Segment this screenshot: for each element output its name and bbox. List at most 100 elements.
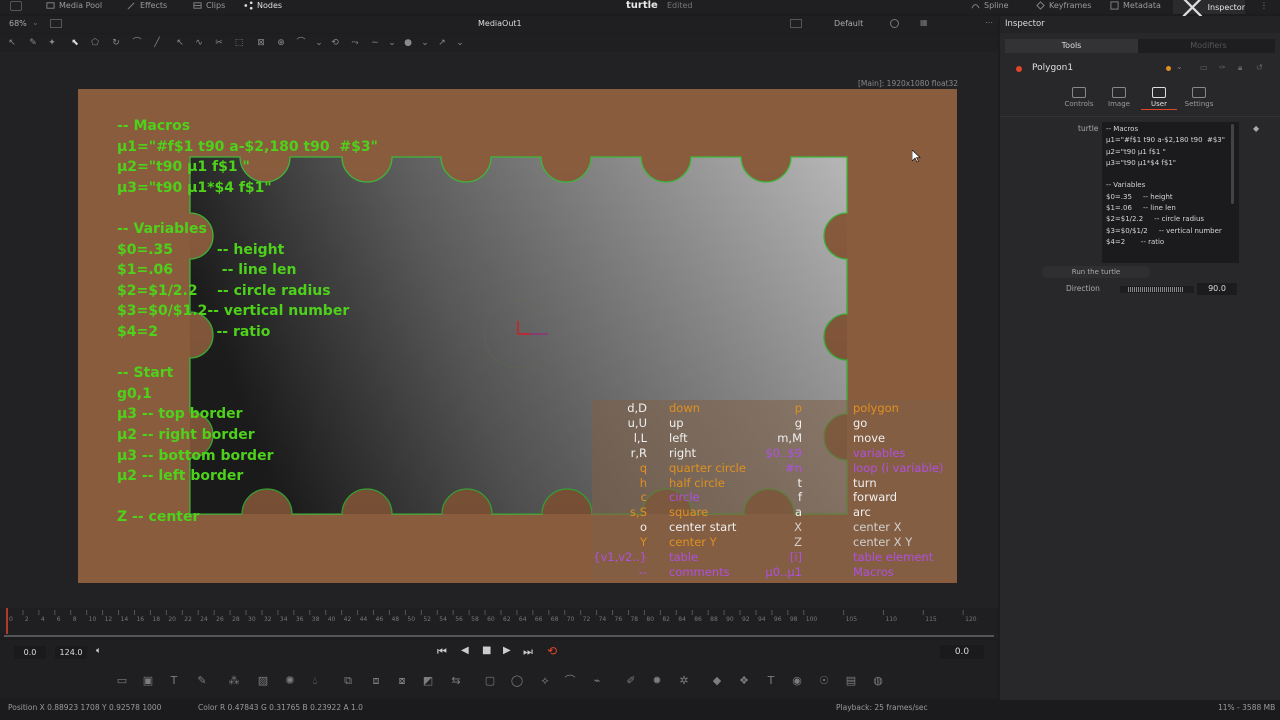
grid-icon[interactable]: ▦	[920, 18, 928, 27]
rotate-tool-icon[interactable]: ↻	[111, 38, 121, 48]
dropdown-4-icon[interactable]: ⌄	[455, 38, 465, 48]
rectangle-mask-icon[interactable]: ▢	[483, 674, 497, 688]
keyframes-button[interactable]: Keyframes	[1036, 1, 1091, 10]
image-tool-icon[interactable]: ▣	[141, 674, 155, 688]
merge-tool-icon[interactable]: ⧉	[341, 674, 355, 688]
bspline-mask-icon[interactable]: ⌒	[563, 674, 577, 688]
particles-tool-icon[interactable]: ⁂	[227, 674, 241, 688]
fit-icon[interactable]	[50, 19, 62, 28]
render-canvas[interactable]: -- Macros μ1="#f$1 t90 a-$2,180 t90 #$3"…	[78, 89, 957, 583]
nodes-button[interactable]: Nodes	[244, 1, 282, 10]
background-tool-icon[interactable]: ▭	[115, 674, 129, 688]
color-channel-icon[interactable]	[890, 19, 899, 28]
delete-point-icon[interactable]: ⊠	[256, 38, 266, 48]
select-tool-icon[interactable]: ⬉	[70, 38, 80, 48]
pin-icon[interactable]: ✑	[1219, 63, 1226, 72]
pen-tool-icon[interactable]: ✎	[28, 38, 38, 48]
glow-tool-icon[interactable]: ✺	[283, 674, 297, 688]
extend-tool-icon[interactable]: ↗	[437, 38, 447, 48]
wave-tool-icon[interactable]: ∼	[370, 38, 380, 48]
tab-tools[interactable]: Tools	[1005, 39, 1138, 53]
metadata-button[interactable]: Metadata	[1110, 1, 1161, 10]
tab-modifiers[interactable]: Modifiers	[1142, 39, 1275, 53]
media-pool-button[interactable]: Media Pool	[46, 1, 102, 10]
dropdown-2-icon[interactable]: ⌄	[387, 38, 397, 48]
go-to-start-icon[interactable]: ⏮︎	[437, 645, 447, 659]
current-frame-field[interactable]: 0.0	[940, 645, 984, 659]
tracker-tool-icon[interactable]: ◩	[421, 674, 435, 688]
text-3d-icon[interactable]: T	[764, 674, 778, 688]
pointer-tool-icon[interactable]: ↖	[7, 38, 17, 48]
view-mode-select[interactable]: Default	[834, 19, 863, 28]
text-tool-icon[interactable]: T	[167, 674, 181, 688]
subtab-controls[interactable]: Controls	[1059, 84, 1099, 108]
zoom-level[interactable]: 68%	[9, 19, 27, 28]
inspector-button[interactable]: Inspector	[1173, 0, 1245, 17]
node-color-dropdown-icon[interactable]: ⌄	[1176, 62, 1183, 71]
merge-3d-icon[interactable]: ❖	[737, 674, 751, 688]
loop-icon[interactable]: ⟲	[547, 644, 557, 658]
direction-slider[interactable]	[1120, 286, 1194, 293]
pen-node-icon[interactable]: ✐	[624, 674, 638, 688]
spline-button[interactable]: Spline	[971, 1, 1009, 10]
transform-node-icon[interactable]: ⇆	[449, 674, 463, 688]
render-start-field[interactable]: 0.0	[14, 646, 46, 659]
timeline-ruler[interactable]: 0 2 4 6 8 10 12 14 16 18 20 22 24 26 28 30 32 34 36 38 40 42 4…	[0, 608, 998, 638]
matte-tool-icon[interactable]: ⧇	[395, 674, 409, 688]
node-enabled-icon[interactable]	[1016, 66, 1022, 72]
polygon-mask-icon[interactable]: ⟡	[538, 674, 552, 688]
keyframe-diamond-icon[interactable]: ◆	[1253, 124, 1259, 133]
subtab-image[interactable]: Image	[1099, 84, 1139, 108]
paint-tool-icon[interactable]: ✎	[195, 674, 209, 688]
clips-button[interactable]: Clips	[193, 1, 225, 10]
particle-emitter-icon[interactable]: ✹	[650, 674, 664, 688]
time-scrub-track[interactable]	[4, 635, 994, 637]
smooth-tool-icon[interactable]: ∿	[194, 38, 204, 48]
shape-3d-icon[interactable]: ◆	[710, 674, 724, 688]
lock-icon[interactable]: 🔒︎	[1238, 63, 1242, 73]
shape-tool-icon[interactable]: ⟲	[330, 38, 340, 48]
reduce-tool-icon[interactable]: ⤳	[350, 38, 360, 48]
insert-point-icon[interactable]: ⊕	[276, 38, 286, 48]
dropdown-3-icon[interactable]: ⌄	[420, 38, 430, 48]
renderer-3d-icon[interactable]: ▤	[844, 674, 858, 688]
particle-render-icon[interactable]: ✲	[677, 674, 691, 688]
light-3d-icon[interactable]: ☉	[817, 674, 831, 688]
versions-icon[interactable]: ▭	[1200, 63, 1208, 72]
reset-icon[interactable]: ↺	[1256, 63, 1263, 72]
direction-value-field[interactable]: 90.0	[1197, 283, 1237, 295]
code-scrollbar[interactable]	[1231, 124, 1234, 204]
curve-edit-icon[interactable]: ⌒	[296, 38, 306, 48]
polygon-tool-icon[interactable]: ⬠	[90, 38, 100, 48]
ellipse-mask-icon[interactable]: ◯	[510, 674, 524, 688]
turtle-code-editor[interactable]: -- Macros μ1="#f$1 t90 a-$2,180 t90 #$3"…	[1102, 122, 1239, 263]
point-tool-icon[interactable]: ●	[403, 38, 413, 48]
viewer-options-icon[interactable]: ⋯	[985, 18, 993, 27]
line-tool-icon[interactable]: ╱	[152, 38, 162, 48]
curve-tool-icon[interactable]: ⌒	[132, 38, 142, 48]
run-turtle-button[interactable]: Run the turtle	[1042, 266, 1150, 278]
channel-tool-icon[interactable]: ⧈	[369, 674, 383, 688]
play-reverse-icon[interactable]: ◀︎	[461, 645, 469, 656]
subtab-user[interactable]: User	[1139, 84, 1179, 110]
effects-button[interactable]: Effects	[127, 1, 167, 10]
fbx-3d-icon[interactable]: ◍	[871, 674, 885, 688]
more-options-icon[interactable]: ⋮	[1260, 1, 1268, 10]
play-forward-icon[interactable]: ▶︎	[503, 645, 511, 656]
warp-tool-icon[interactable]: ⌁	[590, 674, 604, 688]
subtab-settings[interactable]: Settings	[1179, 84, 1219, 108]
pointer-tool-2-icon[interactable]: ↖	[175, 38, 185, 48]
audio-icon[interactable]: 🔈︎	[96, 646, 101, 656]
knife-tool-icon[interactable]: ✂	[214, 38, 224, 48]
go-to-end-icon[interactable]: ⏭︎	[523, 645, 533, 659]
transform-tool-icon[interactable]: ⬚	[234, 38, 244, 48]
droplet-tool-icon[interactable]: 💧︎	[308, 674, 322, 688]
zoom-dropdown-icon[interactable]: ⌄	[32, 18, 39, 27]
workspace-menu-button[interactable]	[10, 1, 22, 11]
render-end-field[interactable]: 124.0	[55, 646, 87, 659]
bspline-tool-icon[interactable]: ✦	[47, 38, 57, 48]
node-color-icon[interactable]	[1166, 66, 1171, 71]
stop-icon[interactable]: ■	[482, 645, 491, 656]
camera-3d-icon[interactable]: ◉	[790, 674, 804, 688]
dropdown-icon[interactable]: ⌄	[314, 38, 324, 48]
